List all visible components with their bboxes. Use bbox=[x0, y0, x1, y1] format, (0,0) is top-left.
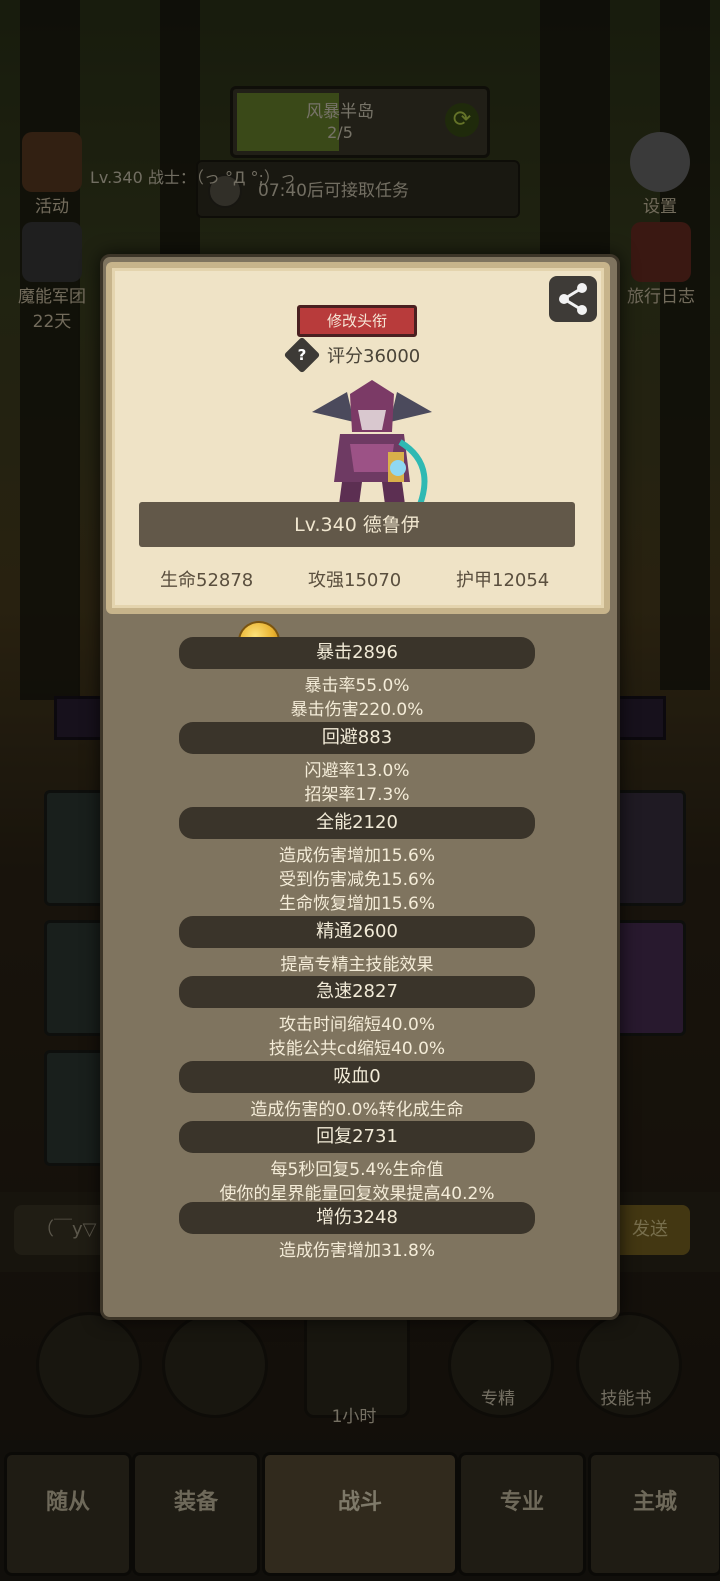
stat-header-avoid: 回避883 bbox=[179, 722, 535, 754]
stat-header-mastery: 精通2600 bbox=[179, 916, 535, 948]
stat-line: 技能公共cd缩短40.0% bbox=[268, 1039, 446, 1059]
stat-line: 暴击率55.0% bbox=[304, 676, 410, 696]
stat-line: 生命恢复增加15.6% bbox=[278, 894, 435, 914]
hp-stat: 生命52878 bbox=[160, 570, 254, 591]
share-icon bbox=[559, 283, 587, 315]
stat-line: 造成伤害增加15.6% bbox=[278, 846, 435, 866]
stat-line: 闪避率13.0% bbox=[304, 761, 410, 781]
stat-line: 攻击时间缩短40.0% bbox=[278, 1015, 435, 1035]
stat-line: 提高专精主技能效果 bbox=[280, 955, 434, 975]
stat-header-lifesteal: 吸血0 bbox=[179, 1061, 535, 1093]
character-name: Lv.340 德鲁伊 bbox=[294, 514, 420, 536]
attack-stat: 攻强15070 bbox=[308, 570, 402, 591]
armor-stat: 护甲12054 bbox=[456, 570, 550, 591]
stat-header-crit: 暴击2896 bbox=[179, 637, 535, 669]
stat-line: 造成伤害增加31.8% bbox=[278, 1241, 435, 1261]
change-title-button[interactable]: 修改头衔 bbox=[297, 305, 417, 337]
stat-line: 招架率17.3% bbox=[304, 785, 410, 805]
help-question-mark: ? bbox=[297, 346, 307, 364]
stat-line: 使你的星界能量回复效果提高40.2% bbox=[219, 1184, 495, 1204]
score-text: 评分36000 bbox=[327, 346, 421, 367]
stat-header-versatility: 全能2120 bbox=[179, 807, 535, 839]
stat-line: 受到伤害减免15.6% bbox=[278, 870, 435, 890]
stat-line: 暴击伤害220.0% bbox=[290, 700, 424, 720]
stat-header-damage-bonus: 增伤3248 bbox=[179, 1202, 535, 1234]
share-button[interactable] bbox=[549, 276, 597, 322]
stat-header-haste: 急速2827 bbox=[179, 976, 535, 1008]
stat-line: 造成伤害的0.0%转化成生命 bbox=[250, 1100, 464, 1120]
stat-header-regen: 回复2731 bbox=[179, 1121, 535, 1153]
stat-line: 每5秒回复5.4%生命值 bbox=[270, 1160, 444, 1180]
